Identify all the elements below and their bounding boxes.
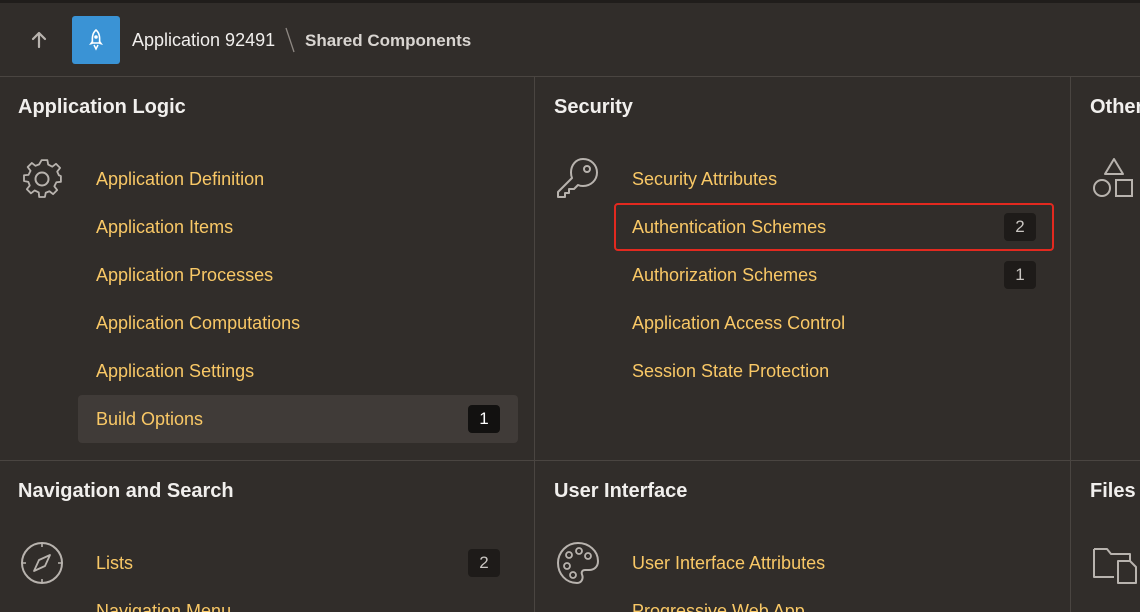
arrow-up-icon (31, 31, 47, 49)
up-button[interactable] (24, 25, 54, 55)
gear-icon (23, 159, 62, 198)
key-icon (557, 158, 598, 198)
link-authentication-schemes[interactable]: Authentication Schemes 2 (614, 203, 1054, 251)
link-progressive-web-app[interactable]: Progressive Web App (614, 587, 1054, 612)
link-navigation-menu[interactable]: Navigation Menu (78, 587, 518, 612)
breadcrumb-separator-icon (283, 26, 297, 59)
breadcrumb-current-page: Shared Components (305, 31, 472, 50)
shapes-icon (1093, 158, 1133, 197)
security-links: Security Attributes Authentication Schem… (614, 155, 1054, 395)
user-interface-links: User Interface Attributes Progressive We… (614, 539, 1054, 612)
breadcrumb-application[interactable]: Application 92491 (132, 30, 275, 51)
page-header: Application 92491 Shared Components (0, 3, 1140, 77)
rocket-icon (89, 28, 103, 51)
panel-navigation-and-search: Navigation and Search Lists 2 Navigation… (0, 461, 535, 612)
panel-title: Navigation and Search (18, 480, 234, 502)
panel-title: Other (1090, 96, 1140, 118)
panel-title: Files (1090, 480, 1136, 502)
link-application-access-control[interactable]: Application Access Control (614, 299, 1054, 347)
link-security-attributes[interactable]: Security Attributes (614, 155, 1054, 203)
application-logic-links: Application Definition Application Items… (78, 155, 518, 443)
panel-title: Security (554, 96, 633, 118)
count-badge: 2 (468, 549, 500, 577)
link-application-computations[interactable]: Application Computations (78, 299, 518, 347)
link-build-options[interactable]: Build Options 1 (78, 395, 518, 443)
panel-title: User Interface (554, 480, 688, 502)
panel-title: Application Logic (18, 96, 186, 118)
count-badge: 1 (468, 405, 500, 433)
count-badge: 2 (1004, 213, 1036, 241)
panel-application-logic: Application Logic Application Definition… (0, 77, 535, 460)
link-lists[interactable]: Lists 2 (78, 539, 518, 587)
navigation-links: Lists 2 Navigation Menu (78, 539, 518, 612)
app-icon-tile[interactable] (72, 16, 120, 64)
panel-security: Security Security Attributes Authenticat… (536, 77, 1071, 460)
link-session-state-protection[interactable]: Session State Protection (614, 347, 1054, 395)
link-authorization-schemes[interactable]: Authorization Schemes 1 (614, 251, 1054, 299)
link-application-settings[interactable]: Application Settings (78, 347, 518, 395)
link-application-items[interactable]: Application Items (78, 203, 518, 251)
palette-icon (557, 542, 599, 584)
link-application-processes[interactable]: Application Processes (78, 251, 518, 299)
count-badge: 1 (1004, 261, 1036, 289)
link-user-interface-attributes[interactable]: User Interface Attributes (614, 539, 1054, 587)
compass-icon (21, 542, 63, 584)
folder-file-icon (1093, 548, 1137, 584)
link-application-definition[interactable]: Application Definition (78, 155, 518, 203)
panel-user-interface: User Interface User Interface Attributes… (536, 461, 1071, 612)
panel-other: Other (1072, 77, 1140, 460)
panel-files: Files (1072, 461, 1140, 612)
